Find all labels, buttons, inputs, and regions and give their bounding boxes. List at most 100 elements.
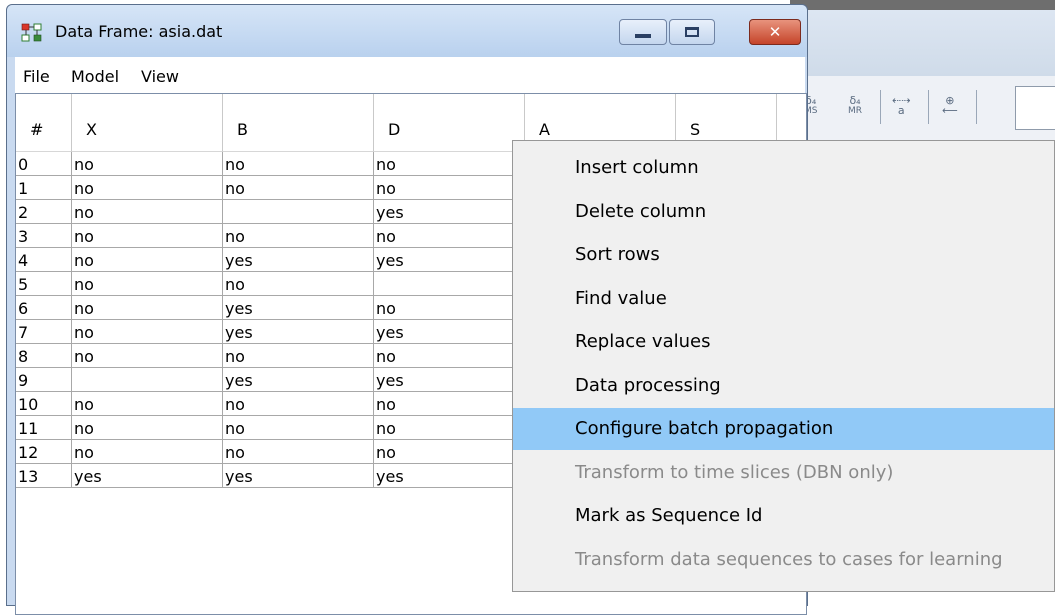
table-cell[interactable]: no	[374, 296, 525, 319]
context-menu-item-label: Find value	[575, 287, 667, 309]
context-menu-item[interactable]: Sort rows	[513, 234, 1054, 276]
table-cell[interactable]: no	[374, 152, 525, 175]
table-cell[interactable]: no	[72, 200, 223, 223]
delta-mr-icon-top: δ₄	[849, 94, 861, 107]
row-index-cell[interactable]: 11	[16, 416, 72, 439]
table-cell[interactable]: yes	[374, 368, 525, 391]
table-cell[interactable]: no	[374, 416, 525, 439]
close-icon: ✕	[768, 23, 782, 41]
table-cell[interactable]: yes	[223, 296, 374, 319]
table-cell[interactable]: no	[72, 320, 223, 343]
menu-view[interactable]: View	[141, 67, 179, 86]
table-cell[interactable]: yes	[223, 248, 374, 271]
row-index-cell[interactable]: 10	[16, 392, 72, 415]
table-cell[interactable]: no	[72, 344, 223, 367]
minimize-button[interactable]	[619, 19, 667, 45]
row-index-cell[interactable]: 1	[16, 176, 72, 199]
table-cell[interactable]: no	[223, 392, 374, 415]
row-index-cell[interactable]: 12	[16, 440, 72, 463]
row-index-cell[interactable]: 0	[16, 152, 72, 175]
row-index-cell[interactable]: 7	[16, 320, 72, 343]
table-cell[interactable]: yes	[374, 464, 525, 487]
table-cell[interactable]: no	[72, 296, 223, 319]
background-ribbon-band	[790, 10, 1055, 77]
back-arrow-icon[interactable]: ⊕ ⟵	[942, 95, 958, 116]
table-cell[interactable]	[223, 200, 374, 223]
swap-arrows-icon-bottom: a	[897, 104, 905, 117]
table-cell[interactable]: no	[374, 176, 525, 199]
delta-mr-icon[interactable]: δ₄ MR	[848, 94, 862, 116]
menu-model[interactable]: Model	[71, 67, 119, 86]
table-cell[interactable]: yes	[374, 320, 525, 343]
context-menu-item[interactable]: Replace values	[513, 321, 1054, 363]
table-cell[interactable]: no	[374, 440, 525, 463]
row-index-cell[interactable]: 8	[16, 344, 72, 367]
table-cell[interactable]: yes	[223, 320, 374, 343]
column-header-label: #	[30, 120, 44, 139]
row-index-cell[interactable]: 3	[16, 224, 72, 247]
table-cell[interactable]: no	[223, 272, 374, 295]
table-cell[interactable]: no	[374, 344, 525, 367]
table-cell[interactable]: no	[72, 392, 223, 415]
minimize-icon	[635, 34, 651, 38]
row-index-cell[interactable]: 13	[16, 464, 72, 487]
window-titlebar[interactable]: Data Frame: asia.dat ✕	[7, 5, 807, 57]
close-button[interactable]: ✕	[749, 19, 801, 45]
context-menu-item[interactable]: Configure batch propagation	[513, 408, 1054, 450]
column-header-b[interactable]: B	[223, 94, 374, 152]
menu-file[interactable]: File	[23, 67, 50, 86]
row-index-cell[interactable]: 2	[16, 200, 72, 223]
context-menu-item[interactable]: Insert column	[513, 147, 1054, 189]
table-cell[interactable]: no	[72, 416, 223, 439]
row-index-cell[interactable]: 4	[16, 248, 72, 271]
context-menu-item-label: Configure batch propagation	[575, 418, 834, 439]
column-header-x[interactable]: X	[72, 94, 223, 152]
context-menu-item[interactable]: Delete column	[513, 191, 1054, 233]
maximize-button[interactable]	[669, 19, 715, 45]
context-menu-item-label: Mark as Sequence Id	[575, 505, 763, 526]
column-header-label: X	[86, 120, 97, 139]
table-cell[interactable]: no	[72, 224, 223, 247]
table-cell[interactable]: no	[72, 152, 223, 175]
table-cell[interactable]: no	[72, 440, 223, 463]
context-menu-item-label: Data processing	[575, 374, 721, 396]
toolbar-separator	[880, 90, 881, 124]
table-cell[interactable]: no	[72, 176, 223, 199]
row-index-cell[interactable]: 9	[16, 368, 72, 391]
background-titlebar	[790, 0, 1055, 10]
context-menu: Insert column Delete column Sort rows Find …	[512, 140, 1055, 592]
context-menu-item[interactable]: Data processing	[513, 365, 1054, 407]
table-cell[interactable]: no	[223, 344, 374, 367]
table-cell[interactable]: no	[72, 272, 223, 295]
table-cell[interactable]	[374, 272, 525, 295]
maximize-icon	[685, 27, 699, 37]
table-cell[interactable]: yes	[374, 248, 525, 271]
network-app-icon	[21, 23, 42, 42]
swap-arrows-icon[interactable]: ⇠⇢ a	[892, 95, 910, 117]
toolbar-separator	[928, 90, 929, 124]
table-cell[interactable]: no	[223, 176, 374, 199]
table-cell[interactable]	[72, 368, 223, 391]
table-cell[interactable]: no	[374, 392, 525, 415]
table-cell[interactable]: yes	[223, 464, 374, 487]
table-cell[interactable]: yes	[72, 464, 223, 487]
context-menu-item: Transform to time slices (DBN only)	[513, 452, 1054, 494]
context-menu-item[interactable]: Find value	[513, 278, 1054, 320]
table-cell[interactable]: no	[223, 152, 374, 175]
column-header-label: S	[690, 120, 701, 139]
column-header-d[interactable]: D	[374, 94, 525, 152]
row-index-cell[interactable]: 5	[16, 272, 72, 295]
column-header-label: B	[237, 120, 248, 139]
context-menu-item-label: Transform to time slices (DBN only)	[575, 461, 894, 483]
column-header-index[interactable]: #	[16, 94, 72, 152]
table-cell[interactable]: no	[223, 416, 374, 439]
context-menu-item[interactable]: Mark as Sequence Id	[513, 495, 1054, 537]
table-cell[interactable]: no	[374, 224, 525, 247]
row-index-cell[interactable]: 6	[16, 296, 72, 319]
toolbar-input-box[interactable]	[1015, 86, 1055, 130]
table-cell[interactable]: yes	[374, 200, 525, 223]
table-cell[interactable]: no	[223, 224, 374, 247]
table-cell[interactable]: yes	[223, 368, 374, 391]
table-cell[interactable]: no	[223, 440, 374, 463]
table-cell[interactable]: no	[72, 248, 223, 271]
